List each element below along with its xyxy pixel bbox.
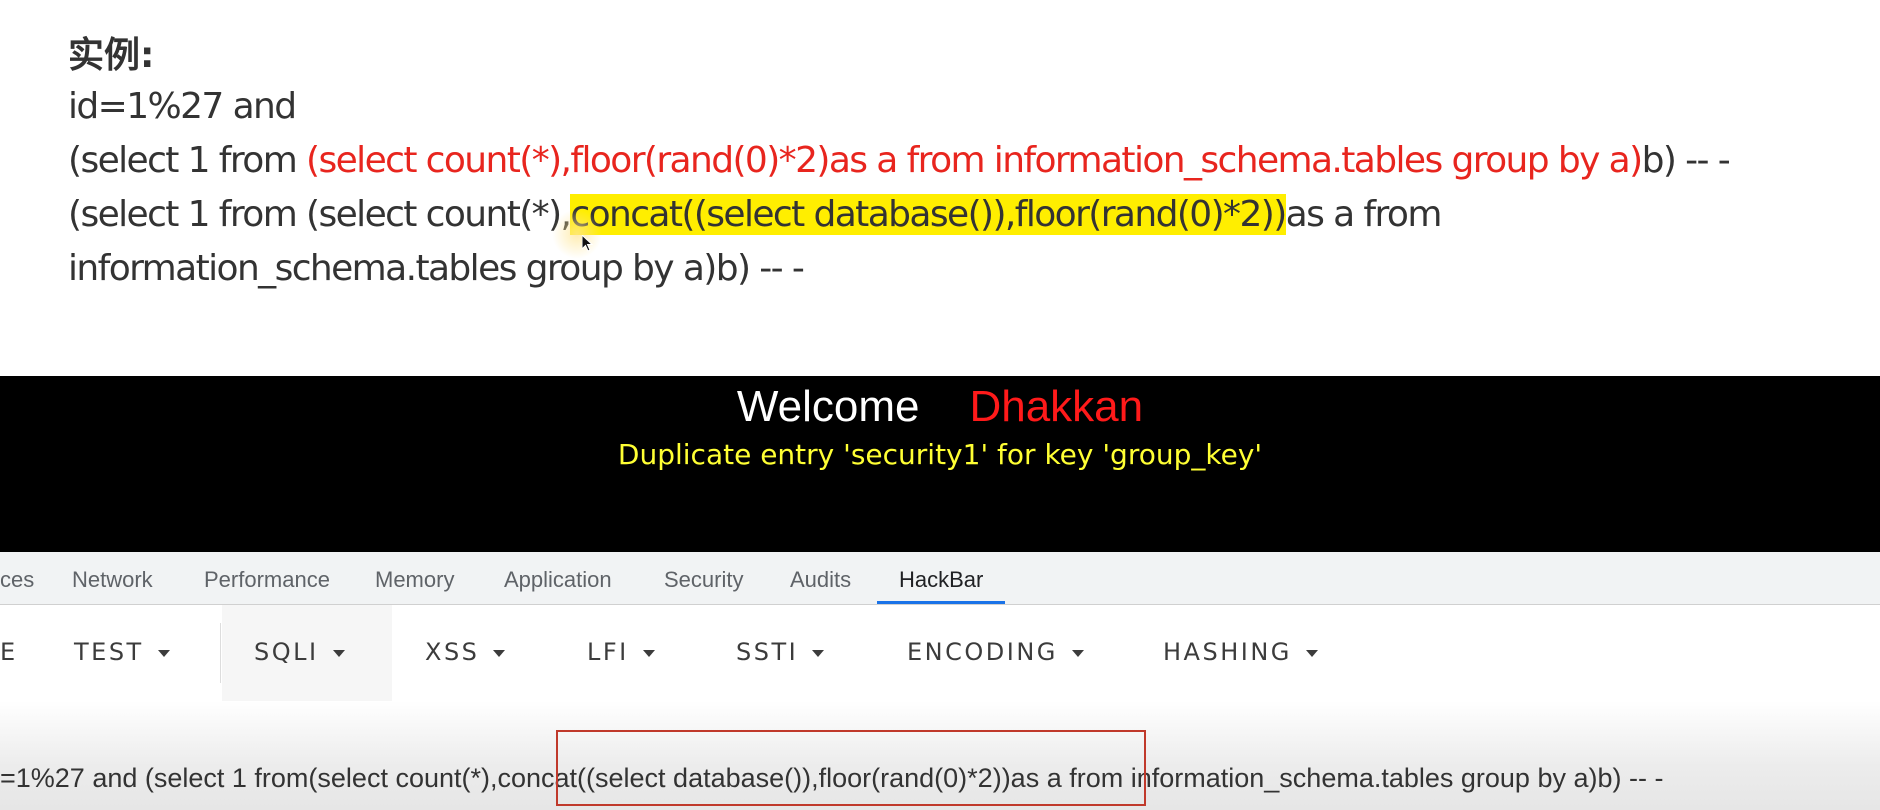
hackbar-menu-hashing[interactable]: HASHING xyxy=(1163,605,1318,701)
payload-line-3: (select 1 from (select count(*),concat((… xyxy=(68,194,1443,235)
caret-down-icon xyxy=(332,649,345,657)
annotation-highlight-box xyxy=(556,730,1146,806)
payload-line-3-post: as a from xyxy=(1285,194,1443,235)
payload-line-3-pre: (select 1 from (select count(*), xyxy=(68,194,572,235)
hackbar-menu-sqli-label: SQLI xyxy=(254,638,319,666)
tab-sources[interactable]: ces xyxy=(0,552,34,604)
cursor-halo xyxy=(552,209,602,259)
hackbar-menu-e[interactable]: E xyxy=(0,605,18,701)
sql-error-message: Duplicate entry 'security1' for key 'gro… xyxy=(617,438,1263,471)
hackbar-menu-xss[interactable]: XSS xyxy=(425,605,506,701)
tab-application[interactable]: Application xyxy=(504,552,612,604)
hackbar-menu-test[interactable]: TEST xyxy=(74,605,170,701)
hackbar-menu-encoding[interactable]: ENCODING xyxy=(907,605,1084,701)
caret-down-icon xyxy=(493,649,506,657)
caret-down-icon xyxy=(1071,649,1084,657)
hackbar-menu-lfi[interactable]: LFI xyxy=(587,605,655,701)
caret-down-icon xyxy=(157,649,170,657)
hackbar-menu-sqli[interactable]: SQLI xyxy=(254,605,345,701)
payload-line-2-pre: (select 1 from xyxy=(68,140,307,181)
hackbar-menu-encoding-label: ENCODING xyxy=(907,638,1058,666)
toolbar-divider xyxy=(220,623,221,683)
hackbar-menu-ssti[interactable]: SSTI xyxy=(736,605,825,701)
welcome-text: Welcome xyxy=(736,382,920,431)
welcome-row: Welcome Dhakkan xyxy=(0,382,1880,432)
hackbar-menu-xss-label: XSS xyxy=(425,638,480,666)
hackbar-menu-test-label: TEST xyxy=(74,638,144,666)
payload-line-4: information_schema.tables group by a)b) … xyxy=(68,248,805,289)
payload-line-2: (select 1 from (select count(*),floor(ra… xyxy=(68,140,1731,181)
tab-security[interactable]: Security xyxy=(664,552,743,604)
caret-down-icon xyxy=(1305,649,1318,657)
tab-audits[interactable]: Audits xyxy=(790,552,851,604)
user-name: Dhakkan xyxy=(969,382,1144,431)
tab-network[interactable]: Network xyxy=(72,552,153,604)
sqli-labs-page: Welcome Dhakkan Duplicate entry 'security… xyxy=(0,376,1880,552)
tab-memory[interactable]: Memory xyxy=(375,552,454,604)
payload-line-2-post: b) -- - xyxy=(1641,140,1731,181)
notes-slide: 实例: id=1%27 and (select 1 from (select c… xyxy=(0,0,1880,376)
caret-down-icon xyxy=(812,649,825,657)
payload-line-2-subquery: (select count(*),floor(rand(0)*2)as a fr… xyxy=(306,140,1643,181)
caret-down-icon xyxy=(642,649,655,657)
hackbar-menu-ssti-label: SSTI xyxy=(736,638,799,666)
cursor-arrow-icon xyxy=(582,235,594,252)
example-heading: 实例: xyxy=(68,35,155,76)
hackbar-menu-e-label: E xyxy=(0,638,18,666)
hackbar-toolbar: E TEST SQLI XSS LFI SSTI ENCODING HASHIN… xyxy=(0,605,1880,701)
payload-line-3-highlight: concat((select database()),floor(rand(0)… xyxy=(570,194,1287,235)
hackbar-menu-hashing-label: HASHING xyxy=(1163,638,1292,666)
tab-hackbar[interactable]: HackBar xyxy=(877,552,1006,604)
devtools-tab-bar: ces Network Performance Memory Applicati… xyxy=(0,552,1880,605)
hackbar-menu-lfi-label: LFI xyxy=(587,638,629,666)
payload-line-1: id=1%27 and xyxy=(68,86,297,127)
tab-performance[interactable]: Performance xyxy=(204,552,330,604)
